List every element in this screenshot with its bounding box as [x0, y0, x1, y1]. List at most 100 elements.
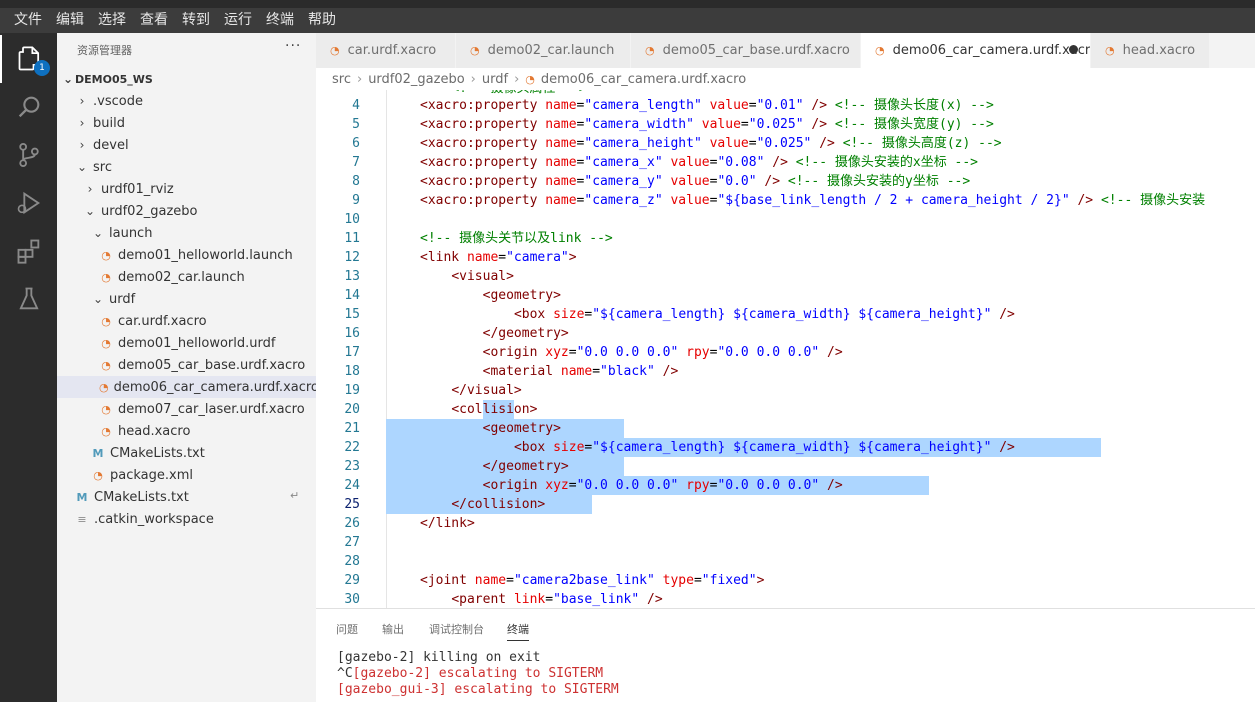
tree-item[interactable]: ◔ package.xml — [57, 464, 316, 486]
code-line[interactable]: <xacro:property name="camera_x" value="0… — [420, 153, 978, 172]
code-token: <geometry> — [482, 421, 561, 436]
editor-tab[interactable]: ◔ head.xacro — [1091, 33, 1210, 68]
tree-item[interactable]: › devel — [57, 134, 316, 156]
code-line[interactable]: <link name="camera"> — [420, 248, 577, 267]
line-number: 6 — [352, 136, 360, 151]
menu-item[interactable]: 转到 — [175, 8, 217, 33]
more-actions-icon[interactable]: ··· — [285, 38, 301, 54]
code-line[interactable]: <material name="black" /> — [483, 362, 679, 381]
search-activity[interactable] — [0, 83, 57, 131]
tree-item[interactable]: ◔ demo01_helloworld.urdf — [57, 332, 316, 354]
tree-item[interactable]: ⌄ urdf02_gazebo — [57, 200, 316, 222]
tree-item[interactable]: › build — [57, 112, 316, 134]
code-token: /> — [827, 345, 843, 360]
breadcrumb-item[interactable]: urdf — [482, 72, 508, 87]
panel-tab[interactable]: 调试控制台 — [429, 621, 484, 637]
code-token: /> — [662, 364, 679, 379]
panel-tab[interactable]: 终端 — [507, 621, 529, 641]
extensions-activity[interactable] — [0, 227, 57, 275]
code-token: "0.0" — [717, 174, 757, 189]
tree-item[interactable]: ◔ car.urdf.xacro — [57, 310, 316, 332]
source-control-activity[interactable] — [0, 131, 57, 179]
menu-item[interactable]: 编辑 — [49, 8, 91, 33]
tree-item-label: CMakeLists.txt — [110, 445, 205, 461]
panel-tab[interactable]: 问题 — [336, 621, 358, 637]
code-line[interactable]: </collision> — [451, 495, 545, 514]
tree-item[interactable]: ⌄ launch — [57, 222, 316, 244]
code-token: /> — [764, 174, 781, 189]
code-line[interactable]: <!-- 摄像头关节以及link --> — [420, 229, 613, 248]
editor-tab[interactable]: ◔ demo06_car_camera.urdf.xacro — [861, 33, 1091, 68]
code-token: "base_link" — [553, 592, 640, 607]
code-editor[interactable]: <!-- 摄像头属性 -->4<xacro:property name="cam… — [316, 90, 1255, 608]
tree-item[interactable]: › urdf01_rviz — [57, 178, 316, 200]
editor-tab[interactable]: ◔ car.urdf.xacro — [316, 33, 456, 68]
code-line[interactable]: </link> — [420, 514, 475, 533]
breadcrumb-item[interactable]: demo06_car_camera.urdf.xacro — [541, 72, 746, 87]
code-line[interactable]: <collision> — [451, 400, 537, 419]
editor-tab[interactable]: ◔ demo02_car.launch — [456, 33, 631, 68]
editor-tab[interactable]: ◔ demo05_car_base.urdf.xacro — [631, 33, 861, 68]
cmake-file-icon: M — [76, 490, 88, 504]
menu-item[interactable]: 帮助 — [301, 8, 343, 33]
code-line[interactable]: <origin xyz="0.0 0.0 0.0" rpy="0.0 0.0 0… — [483, 476, 843, 495]
code-line[interactable]: <origin xyz="0.0 0.0 0.0" rpy="0.0 0.0 0… — [483, 343, 843, 362]
code-line[interactable]: </geometry> — [483, 457, 569, 476]
run-debug-icon — [17, 191, 40, 215]
tree-item[interactable]: ≡ .catkin_workspace — [57, 508, 316, 530]
tree-item[interactable]: ◔ demo06_car_camera.urdf.xacro — [57, 376, 319, 398]
menu-item[interactable]: 文件 — [0, 8, 49, 33]
code-line[interactable]: <box size="${camera_length} ${camera_wid… — [514, 438, 1015, 457]
line-number: 20 — [344, 402, 360, 417]
menu-item[interactable]: 选择 — [91, 8, 133, 33]
code-line[interactable]: <visual> — [451, 267, 514, 286]
tree-item-label: .vscode — [93, 93, 143, 109]
line-number: 25 — [344, 497, 360, 512]
menu-item[interactable]: 查看 — [133, 8, 175, 33]
chevron-right-icon: › — [79, 138, 85, 152]
run-debug-activity[interactable] — [0, 179, 57, 227]
tree-item[interactable]: ⌄ urdf — [57, 288, 316, 310]
tree-item[interactable]: ◔ head.xacro — [57, 420, 316, 442]
tree-item[interactable]: ◔ demo01_helloworld.launch — [57, 244, 316, 266]
unsaved-dot-icon[interactable] — [1069, 45, 1078, 54]
tree-item[interactable]: M CMakeLists.txt — [57, 442, 316, 464]
tree-item[interactable]: ◔ demo05_car_base.urdf.xacro — [57, 354, 316, 376]
code-token: <geometry> — [482, 288, 561, 303]
workspace-root[interactable]: ⌄ DEMO05_WS — [57, 68, 316, 90]
tab-label: demo02_car.launch — [487, 43, 615, 58]
code-line[interactable]: <geometry> — [483, 419, 561, 438]
breadcrumb-item[interactable]: src — [332, 72, 351, 87]
code-line[interactable]: <xacro:property name="camera_z" value="$… — [420, 191, 1205, 210]
testing-activity[interactable] — [0, 275, 57, 323]
breadcrumb-item[interactable]: urdf02_gazebo — [368, 72, 464, 87]
code-token: </link> — [420, 516, 475, 531]
code-line[interactable]: </visual> — [451, 381, 521, 400]
workspace-root-label: DEMO05_WS — [75, 72, 153, 86]
tree-item[interactable]: › .vscode — [57, 90, 316, 112]
code-line[interactable]: </geometry> — [483, 324, 569, 343]
code-line[interactable]: <xacro:property name = "camera_height" val… — [420, 134, 1002, 153]
code-line[interactable]: <xacro:property name = "camera_length" val… — [420, 96, 994, 115]
code-token: /> — [772, 155, 788, 170]
tree-item[interactable]: ◔ demo07_car_laser.urdf.xacro — [57, 398, 316, 420]
tree-item[interactable]: ◔ demo02_car.launch — [57, 266, 316, 288]
code-line[interactable]: <xacro:property name="camera_y" value="0… — [420, 172, 970, 191]
line-number: 26 — [344, 516, 360, 531]
code-token: <parent — [451, 592, 514, 607]
explorer-badge: 1 — [34, 60, 50, 76]
explorer-activity[interactable]: 1 — [0, 35, 57, 83]
panel-tab[interactable]: 输出 — [382, 621, 404, 637]
code-line[interactable]: <box size="${camera_length} ${camera_wid… — [514, 305, 1015, 324]
code-line[interactable]: <joint name="camera2base_link" type="fix… — [420, 571, 764, 590]
menu-item[interactable]: 终端 — [259, 8, 301, 33]
tree-item[interactable]: ⌄ src — [57, 156, 316, 178]
menu-item[interactable]: 运行 — [217, 8, 259, 33]
code-line[interactable]: <xacro:property name = "camera_width" valu… — [420, 115, 994, 134]
code-line[interactable]: <geometry> — [483, 286, 561, 305]
tree-item[interactable]: M CMakeLists.txt ↵ — [57, 486, 316, 508]
code-line[interactable]: <parent link="base_link" /> — [451, 590, 662, 608]
